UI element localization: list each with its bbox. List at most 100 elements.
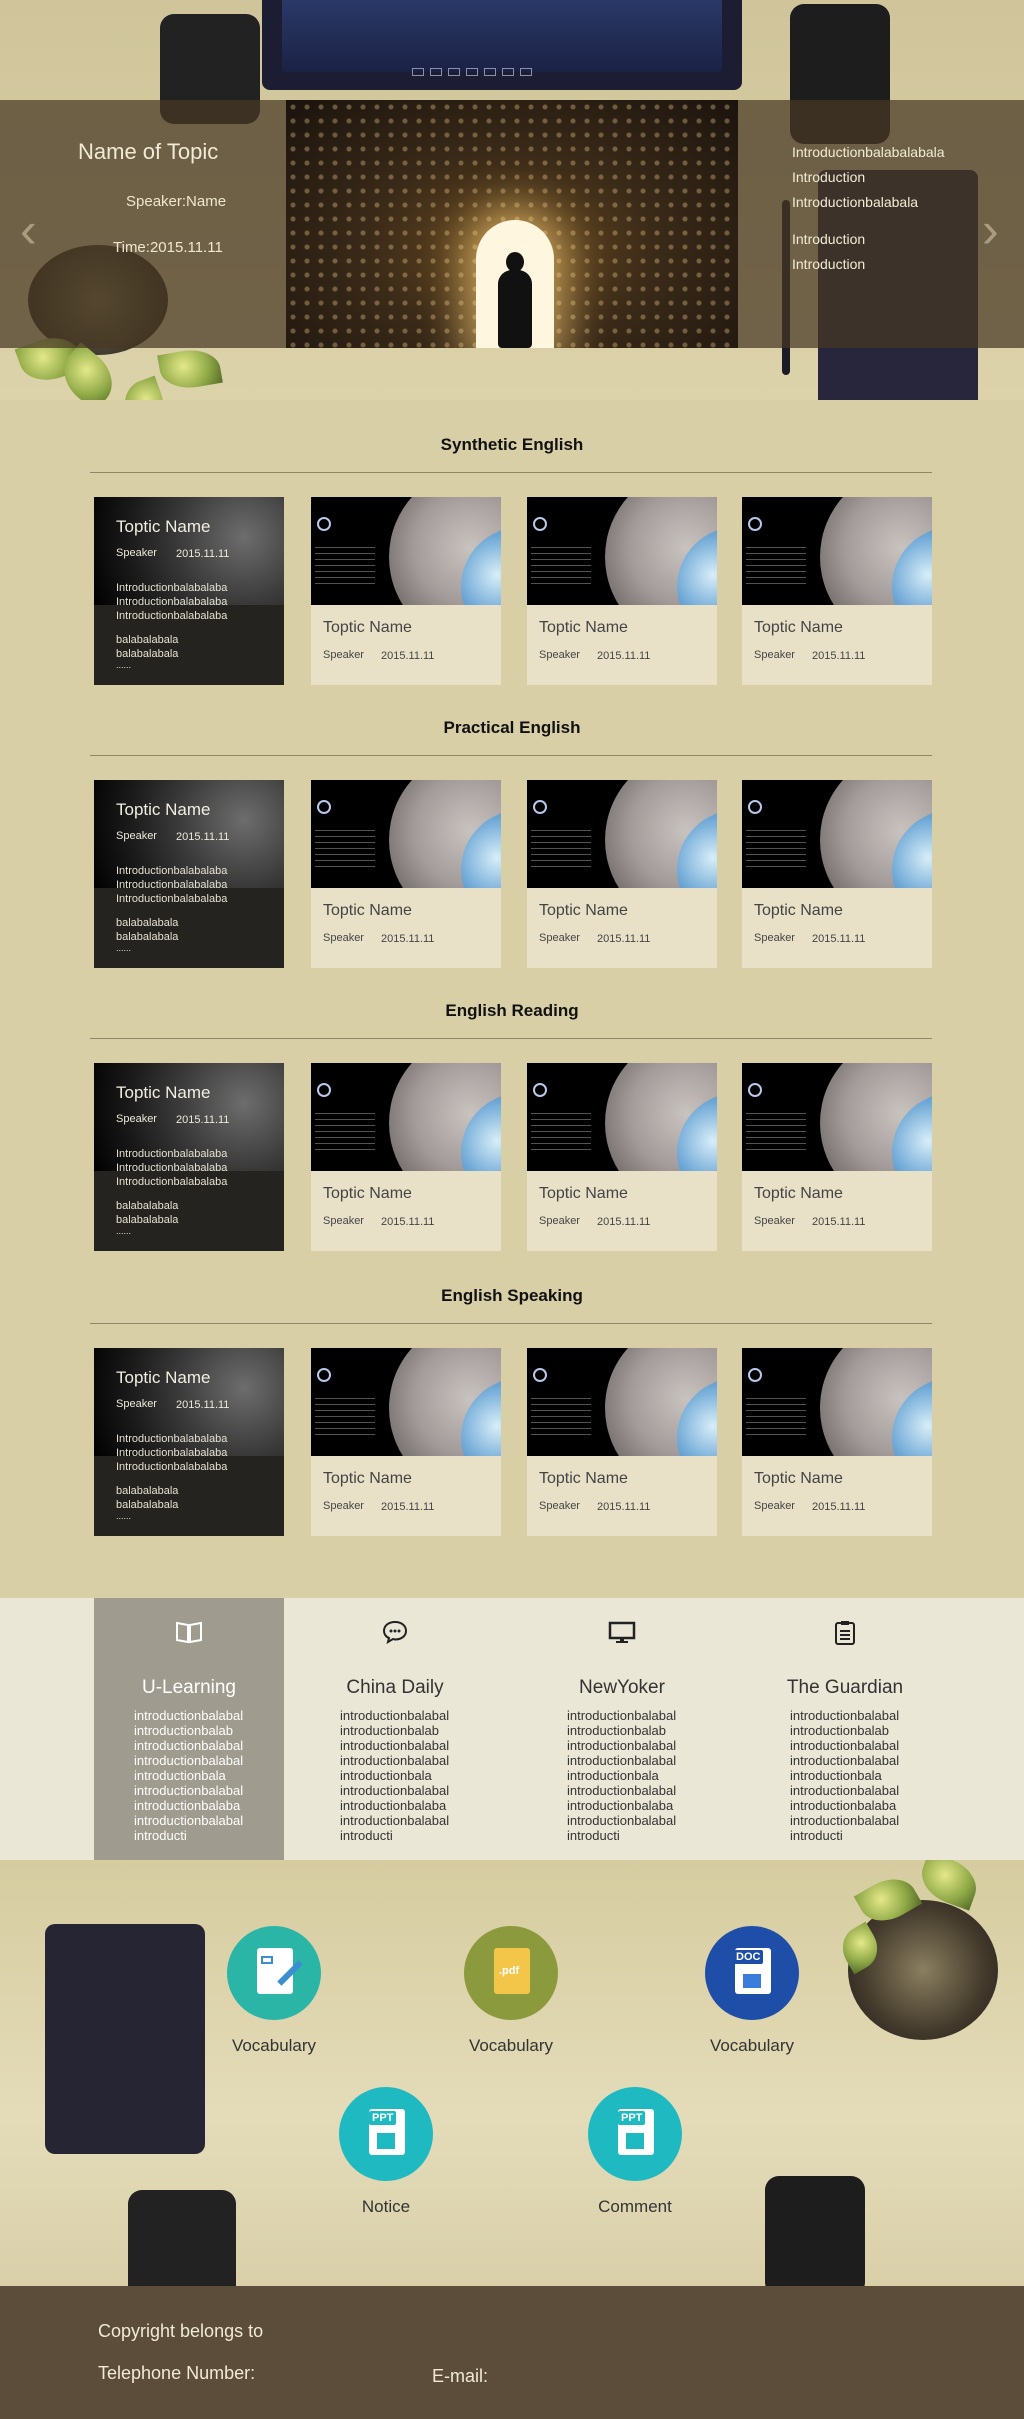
download-notice[interactable]: PPT Notice — [316, 2087, 456, 2217]
hero-intro: Introductionbalabalabala Introduction In… — [792, 144, 945, 272]
chevron-right-icon[interactable]: › — [982, 205, 1010, 255]
section-title[interactable]: English Speaking — [0, 1286, 1024, 1306]
download-vocabulary-1[interactable]: Vocabulary — [204, 1926, 344, 2056]
download-label: Vocabulary — [709, 2036, 795, 2055]
plant-decoration — [848, 1900, 998, 2040]
resource-description: introductionbalabal introductionbalab intr… — [340, 1708, 450, 1843]
topic-card[interactable]: Toptic Name Speaker 2015.11.11 — [311, 1063, 501, 1251]
card-date: 2015.11.11 — [176, 548, 230, 560]
card-title: Toptic Name — [116, 1083, 211, 1102]
resource-description: introductionbalabal introductionbalab intr… — [134, 1708, 244, 1843]
resource-title: China Daily — [346, 1677, 444, 1698]
card-date: 2015.11.11 — [597, 1216, 651, 1228]
card-more: ...... — [116, 1226, 132, 1236]
topic-card[interactable]: Toptic Name Speaker 2015.11.11 — [742, 1348, 932, 1536]
card-thumbnail — [311, 497, 501, 605]
section-title[interactable]: Synthetic English — [0, 435, 1024, 455]
hero-banner: Name of Topic Speaker:Name Time:2015.11.… — [0, 0, 1024, 400]
card-thumbnail — [311, 1348, 501, 1456]
card-thumbnail — [742, 780, 932, 888]
hero-image[interactable] — [286, 100, 738, 348]
card-date: 2015.11.11 — [176, 831, 230, 843]
card-speaker: Speaker — [754, 1500, 795, 1512]
monitor-icon — [527, 1620, 717, 1651]
card-title: Toptic Name — [323, 1470, 412, 1487]
card-extra: balabalabala balabalabala — [116, 634, 179, 660]
card-speaker: Speaker — [323, 649, 364, 661]
card-date: 2015.11.11 — [812, 933, 866, 945]
topic-card[interactable]: Toptic Name Speaker 2015.11.11 — [527, 780, 717, 968]
card-thumbnail — [527, 1348, 717, 1456]
card-date: 2015.11.11 — [381, 933, 435, 945]
footer: Copyright belongs to Telephone Number: E… — [0, 2286, 1024, 2419]
card-intro: Introductionbalabalaba Introductionbalaba… — [116, 1433, 228, 1473]
card-title: Toptic Name — [539, 619, 628, 636]
card-more: ...... — [116, 943, 132, 953]
card-date: 2015.11.11 — [812, 1501, 866, 1513]
card-thumbnail — [311, 1063, 501, 1171]
resource-title: NewYoker — [579, 1677, 665, 1698]
card-speaker: Speaker — [116, 547, 157, 559]
card-date: 2015.11.11 — [812, 1216, 866, 1228]
topic-card[interactable]: Toptic Name Speaker 2015.11.11 — [527, 1348, 717, 1536]
topic-card[interactable]: Toptic Name Speaker 2015.11.11 — [742, 1063, 932, 1251]
topic-card[interactable]: Toptic Name Speaker 2015.11.11 — [311, 780, 501, 968]
card-speaker: Speaker — [754, 932, 795, 944]
download-label: Vocabulary — [468, 2036, 554, 2055]
doc-file-icon: DOC — [705, 1926, 799, 2020]
card-speaker: Speaker — [539, 1215, 580, 1227]
resource-the-guardian[interactable]: The Guardian introductionbalabal introduc… — [750, 1598, 940, 1860]
section-divider — [90, 1038, 932, 1039]
card-speaker: Speaker — [116, 830, 157, 842]
download-label: Notice — [361, 2197, 411, 2216]
featured-topic-card[interactable]: Toptic Name Speaker 2015.11.11 Introduction… — [94, 780, 284, 968]
card-intro: Introductionbalabalaba Introductionbalaba… — [116, 582, 228, 622]
section-title[interactable]: Practical English — [0, 718, 1024, 738]
topic-card[interactable]: Toptic Name Speaker 2015.11.11 — [742, 780, 932, 968]
topic-card[interactable]: Toptic Name Speaker 2015.11.11 — [742, 497, 932, 685]
card-speaker: Speaker — [539, 1500, 580, 1512]
card-more: ...... — [116, 1511, 132, 1521]
resource-title: U-Learning — [142, 1677, 236, 1698]
downloads-area: Vocabulary .pdf Vocabulary DOC Vocabular… — [0, 1860, 1024, 2286]
card-title: Toptic Name — [754, 619, 843, 636]
card-speaker: Speaker — [116, 1398, 157, 1410]
section-divider — [90, 472, 932, 473]
chevron-left-icon[interactable]: ‹ — [20, 205, 48, 255]
card-date: 2015.11.11 — [176, 1114, 230, 1126]
card-title: Toptic Name — [754, 1185, 843, 1202]
card-speaker: Speaker — [539, 649, 580, 661]
topic-card[interactable]: Toptic Name Speaker 2015.11.11 — [527, 497, 717, 685]
card-title: Toptic Name — [539, 902, 628, 919]
download-comment[interactable]: PPT Comment — [565, 2087, 705, 2217]
card-title: Toptic Name — [323, 1185, 412, 1202]
card-date: 2015.11.11 — [597, 650, 651, 662]
laptop-decoration — [262, 0, 742, 90]
download-vocabulary-2[interactable]: .pdf Vocabulary — [441, 1926, 581, 2056]
card-date: 2015.11.11 — [597, 1501, 651, 1513]
topic-card[interactable]: Toptic Name Speaker 2015.11.11 — [527, 1063, 717, 1251]
topic-card[interactable]: Toptic Name Speaker 2015.11.11 — [311, 497, 501, 685]
card-date: 2015.11.11 — [381, 1501, 435, 1513]
resource-newyoker[interactable]: NewYoker introductionbalabal introduction… — [527, 1598, 717, 1860]
section-title[interactable]: English Reading — [0, 1001, 1024, 1021]
resources-strip: U-Learning introductionbalabal introducti… — [0, 1598, 1024, 1860]
card-extra: balabalabala balabalabala — [116, 1485, 179, 1511]
hero-title: Name of Topic — [78, 139, 219, 164]
speaker-decoration — [765, 2176, 865, 2286]
featured-topic-card[interactable]: Toptic Name Speaker 2015.11.11 Introduction… — [94, 1348, 284, 1536]
card-intro: Introductionbalabalaba Introductionbalaba… — [116, 1148, 228, 1188]
document-edit-icon — [227, 1926, 321, 2020]
topic-card[interactable]: Toptic Name Speaker 2015.11.11 — [311, 1348, 501, 1536]
card-speaker: Speaker — [323, 1500, 364, 1512]
card-thumbnail — [527, 780, 717, 888]
resource-u-learning[interactable]: U-Learning introductionbalabal introducti… — [94, 1598, 284, 1860]
resource-china-daily[interactable]: China Daily introductionbalabal introduct… — [300, 1598, 490, 1860]
card-speaker: Speaker — [539, 932, 580, 944]
download-vocabulary-3[interactable]: DOC Vocabulary — [682, 1926, 822, 2056]
ppt-file-icon: PPT — [588, 2087, 682, 2181]
featured-topic-card[interactable]: Toptic Name Speaker 2015.11.11 Introduction… — [94, 497, 284, 685]
card-thumbnail — [742, 1348, 932, 1456]
featured-topic-card[interactable]: Toptic Name Speaker 2015.11.11 Introduction… — [94, 1063, 284, 1251]
card-title: Toptic Name — [323, 902, 412, 919]
